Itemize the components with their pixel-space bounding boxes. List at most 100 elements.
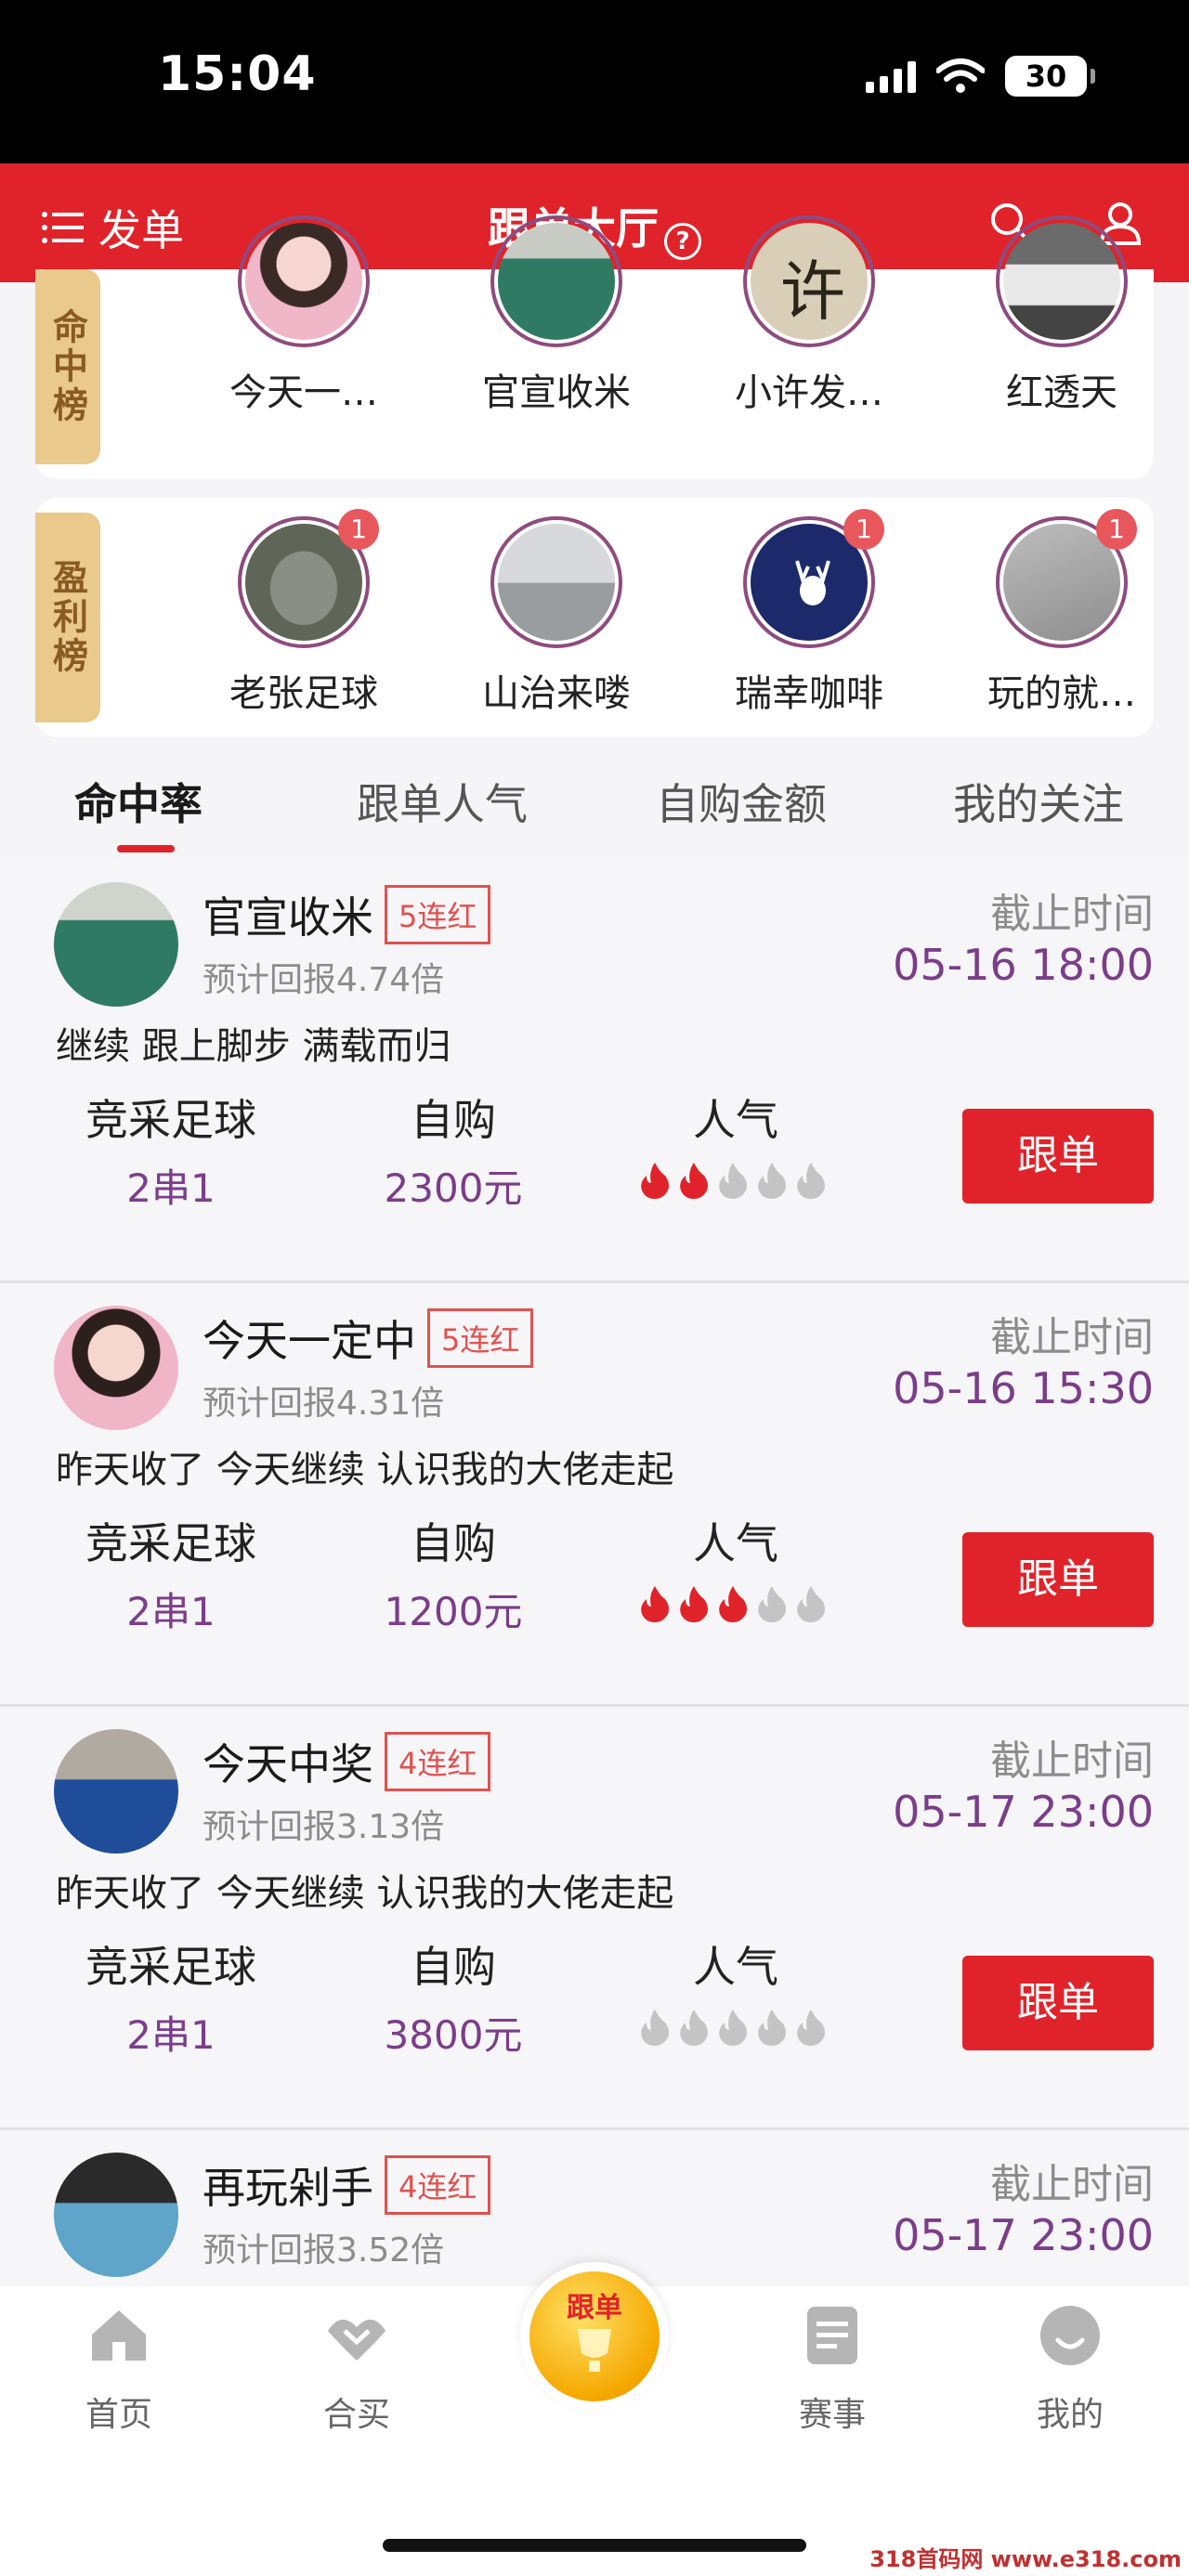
self-purchase-amount: 1200元	[384, 1589, 523, 1634]
nav-group-buy[interactable]: 合买	[282, 2303, 431, 2436]
status-icons: 30	[866, 56, 1095, 97]
hit-rank-item[interactable]: 红透天	[955, 215, 1169, 416]
nav-matches-label: 赛事	[798, 2396, 866, 2434]
deadline-label: 截止时间	[990, 891, 1154, 938]
flame-icon	[719, 1586, 747, 1622]
lottery-type-label: 竞采足球	[85, 1518, 256, 1568]
expected-return: 预计回报4.31倍	[203, 1385, 445, 1423]
nav-mine-label: 我的	[1036, 2396, 1104, 2434]
bottom-nav: 首页 合买 跟单 赛事 我的	[0, 2262, 1189, 2576]
smile-face-icon	[1040, 2306, 1100, 2365]
self-purchase-label: 自购	[411, 1518, 496, 1568]
tipster-name: 今天中奖	[203, 1739, 373, 1789]
avatar: 1	[996, 509, 1137, 648]
nav-matches[interactable]: 赛事	[758, 2303, 907, 2436]
deadline-label: 截止时间	[990, 2161, 1154, 2208]
bet-type-value: 2串1	[126, 1589, 216, 1634]
popularity-flames	[637, 1161, 829, 1200]
tab-follow-popularity[interactable]: 跟单人气	[357, 771, 528, 832]
flame-icon	[797, 2010, 825, 2046]
nav-follow-center-button[interactable]: 跟单	[520, 2262, 669, 2411]
document-icon	[807, 2307, 857, 2364]
nav-follow-label: 跟单	[567, 2292, 622, 2324]
avatar	[238, 215, 370, 347]
tipster-name-row: 今天中奖 4连红	[203, 1731, 491, 1792]
follow-order-button[interactable]: 跟单	[962, 1109, 1154, 1203]
handshake-icon	[328, 2319, 385, 2361]
hit-rank-label: 命中榜	[35, 269, 100, 464]
rank-user-name: 山治来喽	[482, 672, 631, 715]
flame-icon	[641, 2010, 669, 2046]
expected-return: 预计回报3.13倍	[203, 1808, 445, 1846]
self-purchase-label: 自购	[411, 1942, 496, 1992]
notification-badge: 1	[338, 509, 379, 550]
profit-rank-item[interactable]: 1 瑞幸咖啡	[702, 509, 916, 717]
streak-badge: 5连红	[427, 1308, 534, 1368]
profit-rank-item[interactable]: 1 玩的就…	[955, 509, 1169, 717]
avatar	[490, 215, 622, 347]
wifi-icon	[936, 59, 985, 93]
avatar	[996, 215, 1128, 347]
order-card[interactable]: 今天中奖 4连红 预计回报3.13倍 截止时间 05-17 23:00 昨天收了 今天继续…	[0, 1707, 1189, 2130]
nav-home[interactable]: 首页	[45, 2303, 193, 2436]
streak-badge: 4连红	[385, 2155, 491, 2215]
bet-type-value: 2串1	[126, 2012, 216, 2058]
status-bar: 15:04 30	[0, 0, 1189, 163]
lottery-type-label: 竞采足球	[85, 1942, 256, 1992]
profit-rank-item[interactable]: 山治来喽	[450, 516, 663, 717]
popularity-flames	[637, 2008, 829, 2047]
self-purchase-label: 自购	[411, 1095, 496, 1145]
profit-rank-panel: 盈利榜 1 老张足球 山治来喽 1 瑞幸咖啡 1 玩的就…	[35, 498, 1154, 737]
active-tab-indicator	[117, 845, 175, 852]
tab-self-purchase[interactable]: 自购金额	[656, 771, 827, 832]
deadline-time: 05-16 15:30	[893, 1363, 1154, 1413]
rank-user-name: 官宣收米	[482, 371, 631, 414]
profit-rank-item[interactable]: 1 老张足球	[197, 509, 411, 717]
hit-rank-panel: 命中榜 今天一… 官宣收米 许 小许发… 红透天	[35, 215, 1154, 479]
order-description: 昨天收了 今天继续 认识我的大佬走起	[56, 1872, 674, 1915]
tab-hit-rate[interactable]: 命中率	[74, 771, 203, 832]
hit-rank-item[interactable]: 许 小许发…	[702, 215, 916, 416]
tab-my-follows[interactable]: 我的关注	[953, 771, 1124, 832]
lottery-type-label: 竞采足球	[85, 1095, 256, 1145]
order-description: 继续 跟上脚步 满载而归	[56, 1025, 451, 1068]
home-icon	[92, 2310, 146, 2361]
rank-user-name: 瑞幸咖啡	[735, 672, 883, 715]
notification-badge: 1	[843, 509, 884, 550]
status-time: 15:04	[158, 46, 317, 102]
popularity-label: 人气	[693, 1095, 778, 1145]
tipster-name: 再玩剁手	[203, 2163, 373, 2213]
order-card[interactable]: 官宣收米 5连红 预计回报4.74倍 截止时间 05-16 18:00 继续 跟上脚步 满…	[0, 860, 1189, 1283]
deadline-label: 截止时间	[990, 1737, 1154, 1785]
rank-user-name: 红透天	[1006, 371, 1117, 414]
tipster-name-row: 今天一定中 5连红	[203, 1308, 534, 1369]
hit-rank-item[interactable]: 官宣收米	[450, 215, 663, 416]
flame-icon	[641, 1163, 669, 1199]
expected-return: 预计回报3.52倍	[203, 2231, 445, 2270]
avatar: 1	[238, 509, 379, 648]
avatar[interactable]	[54, 2153, 178, 2277]
follow-order-button[interactable]: 跟单	[962, 1532, 1154, 1627]
avatar[interactable]	[54, 1306, 178, 1430]
flame-icon	[719, 2010, 747, 2046]
avatar: 许	[743, 215, 875, 347]
cellular-signal-icon	[866, 59, 916, 93]
notification-badge: 1	[1096, 509, 1137, 550]
help-icon[interactable]: ?	[664, 223, 701, 260]
streak-badge: 4连红	[385, 1732, 491, 1791]
avatar[interactable]	[54, 1729, 178, 1854]
nav-mine[interactable]: 我的	[996, 2303, 1144, 2436]
tipster-name: 官宣收米	[203, 892, 373, 943]
hit-rank-item[interactable]: 今天一…	[197, 215, 411, 416]
bet-type-value: 2串1	[126, 1165, 216, 1211]
follow-order-button[interactable]: 跟单	[962, 1956, 1154, 2050]
avatar[interactable]	[54, 882, 178, 1007]
flame-icon	[797, 1163, 825, 1199]
avatar: 1	[743, 509, 884, 648]
flame-icon	[758, 1586, 786, 1622]
flame-icon	[680, 1163, 708, 1199]
nav-group-buy-label: 合买	[322, 2396, 390, 2434]
tipster-name-row: 官宣收米 5连红	[203, 884, 491, 945]
deadline-time: 05-16 18:00	[893, 940, 1154, 990]
order-card[interactable]: 今天一定中 5连红 预计回报4.31倍 截止时间 05-16 15:30 昨天收了 今天继…	[0, 1283, 1189, 1707]
